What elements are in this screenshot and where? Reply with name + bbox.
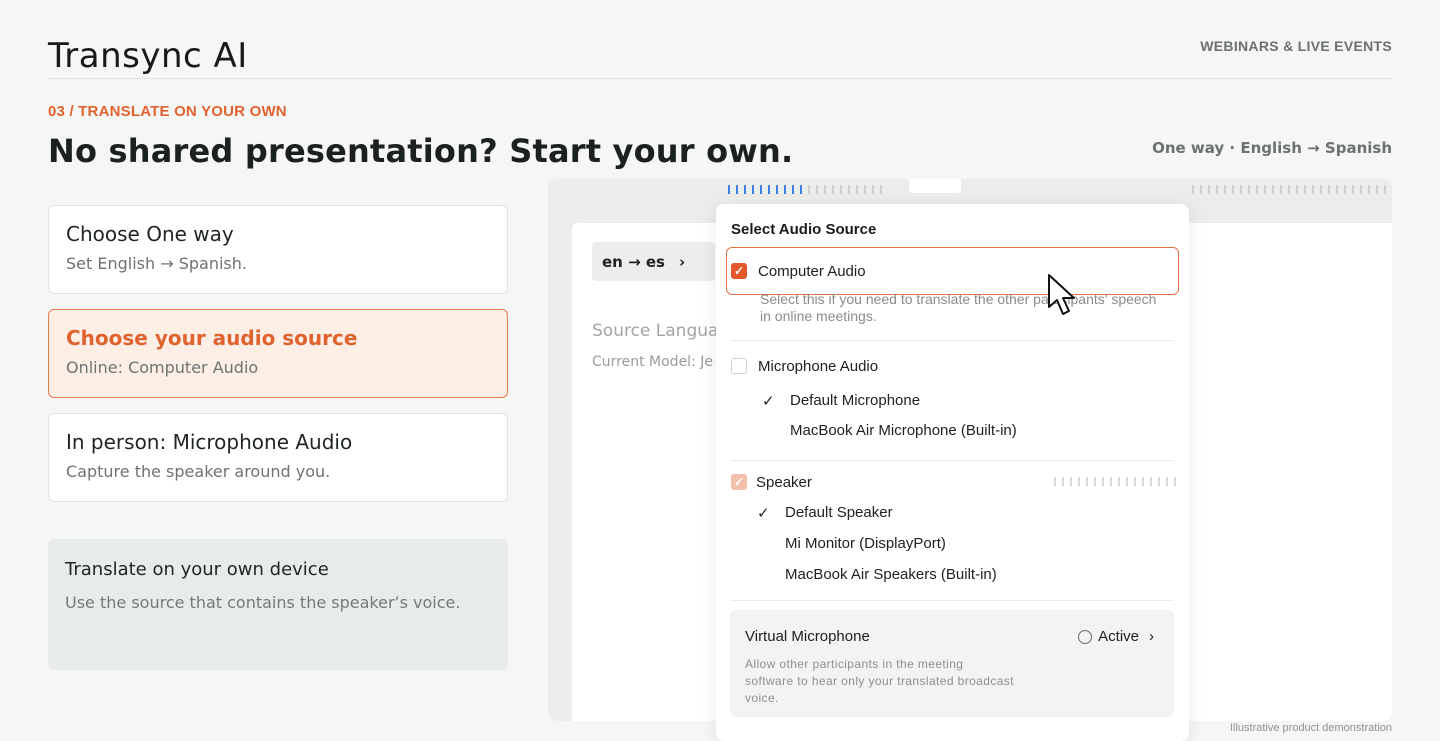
speaker-device-default[interactable]: Default Speaker	[785, 504, 893, 521]
mode-tag: One way · English → Spanish	[1152, 139, 1392, 157]
nav-webinars-link[interactable]: WEBINARS & LIVE EVENTS	[1200, 38, 1392, 54]
chevron-right-icon: ›	[1149, 628, 1154, 645]
microphone-audio-checkbox[interactable]	[731, 358, 747, 374]
virtual-microphone-status: Active	[1098, 628, 1139, 645]
step-choose-one-way[interactable]: Choose One way Set English → Spanish.	[48, 205, 508, 294]
virtual-microphone-title: Virtual Microphone	[745, 628, 870, 645]
step-title: Choose your audio source	[66, 326, 358, 350]
top-tab[interactable]	[909, 179, 961, 193]
language-pair-label: en → es	[602, 252, 665, 271]
speaker-device-monitor[interactable]: Mi Monitor (DisplayPort)	[785, 535, 946, 552]
language-pair-selector[interactable]: en → es ›	[592, 242, 715, 281]
info-box: Translate on your own device Use the sou…	[48, 539, 508, 670]
info-text: Use the source that contains the speaker…	[65, 593, 461, 612]
chevron-right-icon: ›	[678, 252, 686, 271]
divider	[731, 460, 1174, 461]
input-level-meter	[728, 185, 882, 194]
divider	[731, 600, 1174, 601]
virtual-microphone-section[interactable]: Virtual Microphone Active › Allow other …	[730, 610, 1174, 717]
page-headline: No shared presentation? Start your own.	[48, 132, 794, 170]
divider	[731, 340, 1174, 341]
radio-icon	[1078, 629, 1093, 644]
microphone-device-default[interactable]: Default Microphone	[790, 392, 920, 409]
current-model-label: Current Model: Je	[592, 354, 713, 370]
checkmark-icon: ✓	[757, 505, 770, 522]
section-label: 03 / TRANSLATE ON YOUR OWN	[48, 103, 287, 120]
footnote: Illustrative product demonstration	[1229, 722, 1392, 734]
step-title: Choose One way	[66, 222, 234, 246]
audio-source-dropdown: Select Audio Source ✓ Computer Audio Sel…	[716, 204, 1189, 741]
step-subtitle: Set English → Spanish.	[66, 254, 247, 273]
step-in-person-microphone[interactable]: In person: Microphone Audio Capture the …	[48, 413, 508, 502]
computer-audio-checkbox[interactable]: ✓	[731, 263, 747, 279]
step-subtitle: Capture the speaker around you.	[66, 462, 331, 481]
speaker-checkbox[interactable]: ✓	[731, 474, 747, 490]
virtual-microphone-toggle[interactable]: Active ›	[1078, 628, 1154, 645]
output-level-meter	[1192, 185, 1386, 194]
header-divider	[48, 78, 1392, 79]
microphone-audio-label[interactable]: Microphone Audio	[758, 358, 878, 375]
dropdown-title: Select Audio Source	[731, 221, 877, 238]
speaker-device-builtin[interactable]: MacBook Air Speakers (Built-in)	[785, 566, 997, 583]
step-subtitle: Online: Computer Audio	[66, 358, 259, 377]
computer-audio-label: Computer Audio	[758, 263, 866, 280]
computer-audio-description: Select this if you need to translate the…	[760, 291, 1157, 324]
brand-logo: Transync AI	[48, 36, 248, 76]
mouse-pointer-icon	[1048, 274, 1075, 315]
source-language-label: Source Languag	[592, 321, 730, 341]
info-title: Translate on your own device	[65, 559, 329, 580]
step-title: In person: Microphone Audio	[66, 430, 353, 454]
speaker-label[interactable]: Speaker	[756, 474, 812, 491]
checkmark-icon: ✓	[762, 393, 775, 410]
step-choose-audio-source[interactable]: Choose your audio source Online: Compute…	[48, 309, 508, 398]
microphone-device-builtin[interactable]: MacBook Air Microphone (Built-in)	[790, 422, 1017, 439]
speaker-level-meter	[1054, 477, 1176, 486]
virtual-microphone-description: Allow other participants in the meeting …	[745, 657, 1014, 705]
